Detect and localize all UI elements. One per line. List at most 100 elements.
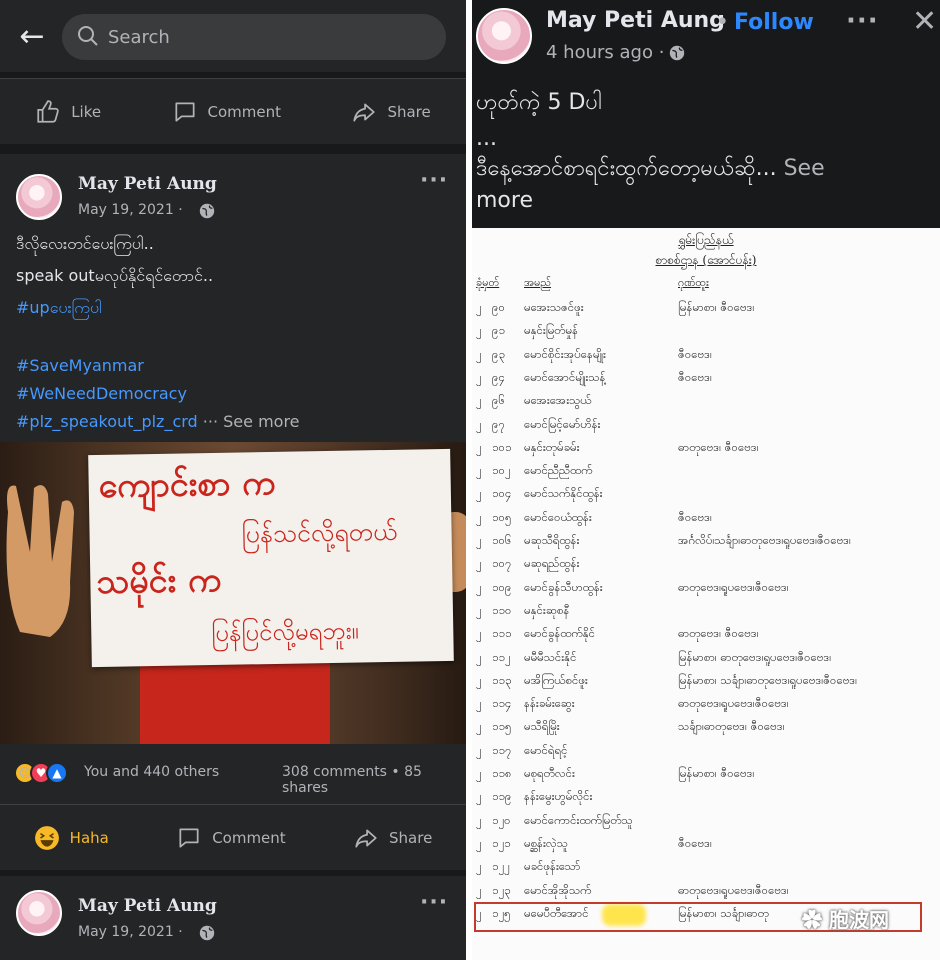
avatar-right[interactable]	[476, 8, 532, 64]
student-name: မအေးအေးသွယ်	[524, 393, 592, 408]
distinctions: မြန်မာစာ၊ ဇီဝဗေဒ၊	[678, 766, 755, 780]
more-options-icon[interactable]: ···	[420, 168, 448, 193]
three-finger-salute-hand	[6, 485, 74, 637]
doc-title-1: ရွှမ်းပြည်နယ်	[678, 233, 734, 247]
post-line-2: speak outမလုပ်နိုင်ရင်တောင်..	[16, 266, 214, 285]
header-roll: ခုံမှတ်	[476, 276, 500, 289]
row-marker: ၂	[476, 439, 482, 454]
distinctions: မြန်မာစာ၊ ဇီဝဗေဒ၊	[678, 300, 755, 314]
roll-number: ၁၂၃	[492, 882, 511, 897]
student-name: မအေးသဇင်ဖူး	[524, 300, 584, 314]
sign-line-4: ပြန်ပြင်လို့မရဘူး။	[211, 616, 360, 648]
sign-line-1: ကျောင်းစာ က	[98, 462, 276, 506]
haha-button[interactable]: Haha	[34, 825, 109, 851]
see-more-link[interactable]: ··· See more	[203, 412, 300, 431]
row-marker: ၂	[476, 486, 482, 501]
comments-shares-count[interactable]: 308 comments • 85 shares	[282, 764, 466, 796]
hashtag-speakout[interactable]: #plz_speakout_plz_crd	[16, 412, 198, 431]
right-author[interactable]: May Peti Aung	[546, 8, 725, 33]
student-name: မဆုရည်ထွန်း	[524, 556, 580, 571]
follow-button[interactable]: Follow	[734, 10, 814, 35]
roll-number: ၁၂၀	[492, 812, 511, 827]
row-marker: ၂	[476, 626, 482, 641]
search-bar[interactable]	[62, 14, 446, 60]
post-author[interactable]: May Peti Aung	[78, 174, 217, 194]
see-more-link-right[interactable]: See	[784, 156, 825, 181]
share-arrow-icon	[353, 103, 376, 122]
more-options-icon-right[interactable]: ···	[846, 6, 879, 36]
roll-number: ၁၀၂	[492, 463, 511, 478]
distinctions: မြန်မာစာ၊ သင်္ချာ၊ဓာတုဗေဒ၊ရူပဗေဒ၊ဇီဝဗေဒ၊	[678, 672, 858, 687]
right-time[interactable]: 4 hours ago ·	[546, 42, 664, 63]
search-input[interactable]	[108, 22, 428, 52]
header-name: အမည်	[524, 276, 552, 289]
header-distinction: ဂုဏ်ထူး	[678, 276, 709, 289]
student-name: မခင်ဖုန်းသော်	[524, 859, 581, 874]
share-label: Share	[387, 102, 431, 121]
post2-author[interactable]: May Peti Aung	[78, 896, 217, 916]
roll-number: ၁၀၄	[492, 486, 512, 501]
comment-bubble-icon	[179, 827, 199, 848]
distinctions: အင်္ဂလိပ်၊သင်္ချာ၊ဓာတုဗေဒ၊ရူပဗေဒ၊ဇီဝဗေဒ၊	[678, 533, 851, 547]
row-marker: ၂	[476, 602, 482, 617]
student-name: မောင်အိုအိုသက်	[524, 882, 592, 897]
distinctions: ဓာတုဗေဒ၊ ဇီဝဗေဒ၊	[678, 626, 759, 641]
post2-date[interactable]: May 19, 2021 ·	[78, 924, 183, 940]
roll-number: ၁၀၆	[492, 533, 512, 547]
roll-number: ၁၂၁	[492, 835, 511, 850]
row-marker: ၂	[476, 533, 482, 547]
student-name: မောင်ဝေယံထွန်း	[524, 509, 592, 524]
post-card: May Peti Aung May 19, 2021 · ··· ဒီလိုလေ…	[0, 154, 466, 442]
roll-number: ၁၀၉	[492, 579, 512, 594]
hashtag-savemyanmar[interactable]: #SaveMyanmar	[16, 356, 144, 375]
hashtag-wrap-3: #plz_speakout_plz_crd ··· See more	[16, 408, 300, 436]
back-arrow-icon[interactable]: ←	[14, 20, 50, 56]
row-marker: ၂	[476, 579, 482, 594]
roll-number: ၉၀	[492, 300, 505, 314]
row-marker: ၂	[476, 346, 482, 361]
close-icon[interactable]: ✕	[912, 4, 937, 39]
table-row: ၂ ၁၀၄ မောင်သက်နိုင်ထွန်း	[472, 486, 940, 509]
more-options-icon-2[interactable]: ···	[420, 890, 448, 915]
post-date[interactable]: May 19, 2021 ·	[78, 202, 183, 218]
comment-button[interactable]: Comment	[172, 99, 282, 125]
reactions-count[interactable]: You and 440 others	[84, 764, 219, 780]
table-row: ၂ ၁၁၉ နန်းမွေးဟွမ်လိုင်း	[472, 789, 940, 812]
row-marker: ၂	[476, 766, 482, 780]
comment-button-2[interactable]: Comment	[176, 825, 286, 851]
share-button-2[interactable]: Share	[353, 825, 432, 851]
like-button[interactable]: Like	[35, 99, 101, 125]
roll-number: ၉၁	[492, 323, 505, 338]
avatar[interactable]	[16, 174, 62, 220]
table-row: ၂ ၉၇ မောင်မြင့်မော်ဟိန်း	[472, 417, 940, 440]
student-name: မနှင်းတုမ်ခမ်း	[524, 439, 580, 454]
distinctions: သင်္ချာ၊ဓာတုဗေဒ၊ ဇီဝဗေဒ၊	[678, 719, 785, 734]
student-name: မောင်စိုင်းအုပ်နေမျိုး	[524, 346, 606, 361]
hashtag-up[interactable]: #upပေးကြပါ	[16, 298, 102, 317]
student-name: မောင်ကောင်းထက်မြတ်သူ	[524, 812, 633, 827]
avatar-2[interactable]	[16, 890, 62, 936]
row-marker: ၂	[476, 696, 482, 711]
comment-label: Comment	[207, 102, 282, 121]
row-marker: ၂	[476, 463, 482, 478]
right-screenshot: May Peti Aung • Follow ··· ✕ 4 hours ago…	[472, 0, 940, 960]
reaction-icons[interactable]: ☺ ♥ ▲	[14, 762, 68, 784]
see-more-link-right-2[interactable]: more	[476, 186, 533, 216]
post-photo[interactable]: ကျောင်းစာ က ပြန်သင်လို့ရတယ် သမိုင်း က ပြ…	[0, 442, 466, 744]
student-name: နန်းခမ်းဆွေး	[524, 696, 575, 711]
hashtag-line-wrap: #upပေးကြပါ	[16, 294, 102, 322]
row-marker: ၂	[476, 509, 482, 524]
thumbs-up-icon	[37, 99, 59, 123]
roll-number: ၁၁၂	[492, 649, 511, 664]
hashtag-weneeddemocracy[interactable]: #WeNeedDemocracy	[16, 384, 187, 403]
student-name: မမီမီသင်းနိုင်	[524, 649, 577, 664]
share-button[interactable]: Share	[351, 99, 431, 125]
table-row: ၂ ၁၁၈ မစုရတီလင်း မြန်မာစာ၊ ဇီဝဗေဒ၊	[472, 766, 940, 789]
row-marker: ၂	[476, 649, 482, 664]
share-arrow-icon	[355, 829, 377, 848]
results-document[interactable]: ရွှမ်းပြည်နယ် စာစစ်ဌာန (အောင်ပန်း) ခုံမှ…	[472, 228, 940, 960]
table-row: ၂ ၁၀၉ မောင်ခွန်သီဟထွန်း ဓာတုဗေဒ၊ရူပဗေဒ၊ဇီဝဗ…	[472, 580, 940, 603]
protest-sign: ကျောင်းစာ က ပြန်သင်လို့ရတယ် သမိုင်း က ပြ…	[88, 448, 454, 668]
roll-number: ၁၁၁	[492, 626, 512, 641]
distinctions: ဓာတုဗေဒ၊ ဇီဝဗေဒ၊	[678, 439, 759, 454]
